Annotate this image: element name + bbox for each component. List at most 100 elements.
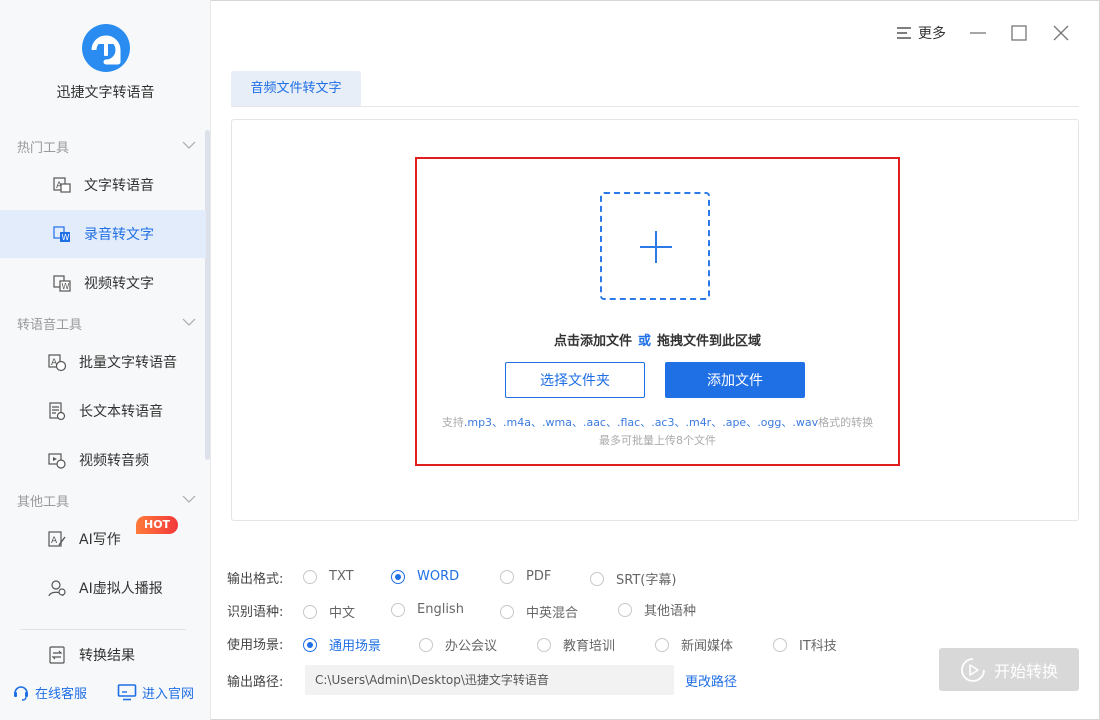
add-file-dropbox[interactable] [600, 192, 710, 300]
group-title-other-tools[interactable]: 其他工具 [17, 491, 197, 511]
menu-lines-icon [897, 27, 911, 39]
radio-dot [773, 637, 787, 652]
sidebar-item-label: AI写作 [79, 532, 121, 548]
ai-avatar-icon [48, 580, 66, 597]
plus-icon-vertical [655, 231, 657, 263]
radio-label: 其他语种 [644, 604, 697, 619]
support-prefix: 支持 [441, 416, 464, 429]
language-label: 识别语种: [227, 605, 284, 620]
radio-label: IT科技 [799, 639, 837, 654]
scene-label: 使用场景: [227, 638, 284, 653]
more-menu-button[interactable]: 更多 [896, 22, 946, 44]
sidebar-item-long-text-tts[interactable]: 长文本转语音 [0, 387, 206, 435]
website-link[interactable]: 进入官网 [117, 682, 194, 702]
group-title-label: 转语音工具 [17, 318, 83, 333]
radio-dot [618, 602, 632, 617]
drop-hint-text: 点击添加文件或拖拽文件到此区域 [415, 330, 900, 349]
sidebar-item-label: 批量文字转语音 [79, 355, 177, 371]
scene-radio-meeting[interactable]: 办公会议 [419, 635, 497, 654]
group-title-label: 其他工具 [17, 495, 70, 510]
hot-badge: HOT [136, 516, 179, 534]
support-suffix: 格式的转换 [818, 416, 874, 429]
sidebar-item-batch-tts[interactable]: A 批量文字转语音 [0, 338, 206, 386]
drop-hint-or: 或 [637, 334, 651, 349]
radio-label: TXT [329, 569, 354, 584]
result-list-icon [49, 646, 65, 664]
change-path-link[interactable]: 更改路径 [685, 671, 737, 690]
radio-dot [391, 569, 405, 584]
sidebar-item-label: 文字转语音 [84, 178, 154, 194]
format-radio-txt[interactable]: TXT [303, 569, 354, 584]
sidebar-item-results[interactable]: 转换结果 [0, 631, 206, 679]
online-service-label: 在线客服 [35, 686, 88, 702]
start-convert-button[interactable]: 开始转换 [939, 648, 1079, 691]
supported-formats-text: 支持.mp3、.m4a、.wma、.aac、.flac、.ac3、.m4r、.a… [415, 414, 900, 430]
language-radio-other[interactable]: 其他语种 [618, 600, 696, 619]
close-icon[interactable] [1050, 22, 1072, 44]
radio-label: SRT(字幕) [616, 573, 677, 588]
app-name: 迅捷文字转语音 [56, 85, 155, 101]
support-formats: .mp3、.m4a、.wma、.aac、.flac、.ac3、.m4r、.ape… [463, 416, 819, 429]
sidebar-item-text-to-speech[interactable]: A 文字转语音 [0, 161, 206, 209]
output-path-input[interactable] [305, 665, 674, 695]
svg-text:W: W [62, 233, 70, 242]
sidebar-item-label: 长文本转语音 [79, 404, 163, 420]
radio-label: 中英混合 [526, 606, 579, 621]
add-file-button[interactable]: 添加文件 [665, 362, 805, 398]
radio-dot [590, 571, 604, 586]
sidebar-item-label: AI虚拟人播报 [79, 581, 163, 597]
radio-dot [419, 637, 433, 652]
headset-icon [14, 686, 28, 701]
svg-text:A: A [51, 536, 58, 546]
language-radio-chinese[interactable]: 中文 [303, 602, 355, 621]
radio-dot [303, 637, 317, 652]
radio-dot [391, 602, 405, 617]
sidebar-item-label: 录音转文字 [84, 227, 154, 243]
sidebar-item-label: 视频转音频 [79, 453, 149, 469]
chevron-down-icon [182, 495, 196, 503]
sidebar-item-video-to-audio[interactable]: 视频转音频 [0, 436, 206, 484]
video-audio-icon [48, 453, 66, 469]
scene-radio-media[interactable]: 新闻媒体 [655, 635, 733, 654]
minimize-icon[interactable] [967, 22, 989, 44]
start-convert-label: 开始转换 [993, 661, 1058, 681]
group-title-hot-tools[interactable]: 热门工具 [17, 137, 197, 157]
monitor-icon [117, 684, 137, 701]
ai-writing-icon: A [48, 531, 66, 547]
scene-radio-general[interactable]: 通用场景 [303, 635, 381, 654]
radio-dot [500, 604, 514, 619]
app-logo-icon [82, 24, 130, 72]
radio-dot [303, 604, 317, 619]
group-title-tts-tools[interactable]: 转语音工具 [17, 314, 197, 334]
sidebar-item-audio-to-text[interactable]: W 录音转文字 [0, 210, 206, 258]
sidebar: 迅捷文字转语音 热门工具 A 文字转语音 W 录音转文字 W 视频转文字 转语音… [0, 0, 211, 720]
tab-audio-to-text[interactable]: 音频文件转文字 [231, 71, 361, 107]
group-title-label: 热门工具 [17, 141, 70, 156]
play-circle-icon [961, 657, 985, 682]
language-radio-english[interactable]: English [391, 602, 464, 617]
choose-folder-button[interactable]: 选择文件夹 [505, 362, 645, 398]
scene-radio-education[interactable]: 教育培训 [537, 635, 615, 654]
sidebar-divider [20, 629, 186, 630]
format-radio-pdf[interactable]: PDF [500, 569, 551, 584]
sidebar-item-label: 转换结果 [79, 648, 135, 664]
format-radio-word[interactable]: WORD [391, 569, 459, 584]
radio-label: 中文 [329, 606, 356, 621]
online-service-link[interactable]: 在线客服 [12, 682, 87, 702]
long-text-icon [49, 402, 66, 421]
radio-label: 新闻媒体 [681, 639, 734, 654]
chevron-down-icon [182, 141, 196, 149]
website-label: 进入官网 [142, 686, 195, 702]
sidebar-item-ai-avatar[interactable]: AI虚拟人播报 [0, 564, 206, 612]
radio-label: WORD [417, 569, 460, 584]
sidebar-item-video-to-text[interactable]: W 视频转文字 [0, 259, 206, 307]
scene-radio-it[interactable]: IT科技 [773, 635, 837, 654]
text-to-speech-icon: A [53, 177, 71, 193]
output-format-label: 输出格式: [227, 572, 284, 587]
output-path-label: 输出路径: [227, 675, 284, 690]
language-radio-mixed[interactable]: 中英混合 [500, 602, 578, 621]
drop-hint-part1: 点击添加文件 [553, 334, 632, 349]
radio-dot [500, 569, 514, 584]
maximize-icon[interactable] [1008, 22, 1030, 44]
format-radio-srt[interactable]: SRT(字幕) [590, 569, 676, 588]
